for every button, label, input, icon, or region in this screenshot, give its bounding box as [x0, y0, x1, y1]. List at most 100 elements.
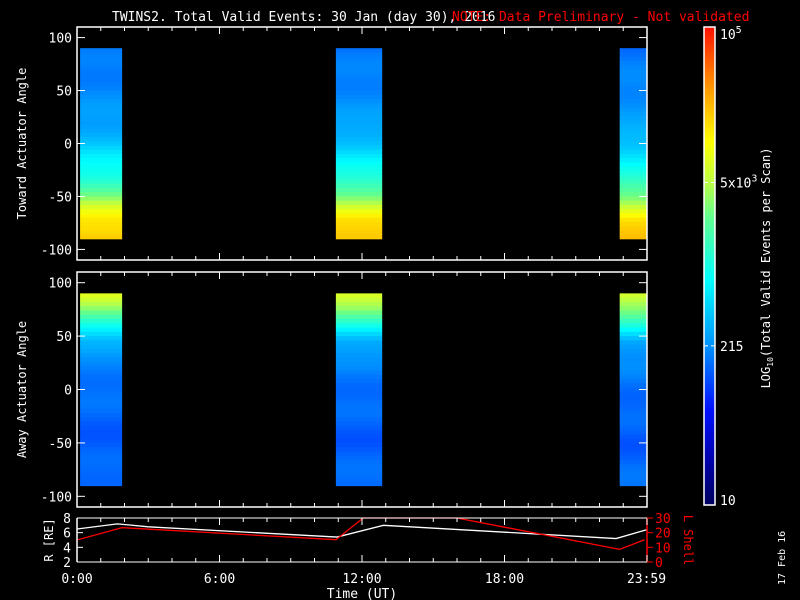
heatmap-cell: [80, 331, 123, 337]
heatmap-cell: [619, 391, 647, 397]
heatmap-cell: [619, 200, 647, 206]
heatmap-cell: [335, 442, 383, 448]
heatmap-cell: [80, 94, 123, 100]
heatmap-cell: [80, 477, 123, 482]
heatmap-cell: [619, 400, 647, 405]
heatmap-cell: [335, 370, 383, 376]
heatmap-cell: [619, 395, 647, 401]
heatmap-cell: [619, 366, 647, 371]
heatmap-cell: [80, 65, 123, 70]
heatmap-cell: [619, 162, 647, 168]
heatmap-cell: [619, 383, 647, 388]
heatmap-cell: [619, 221, 647, 227]
heatmap-cell: [619, 361, 647, 367]
heatmap-cell: [80, 196, 123, 202]
heatmap-cell: [80, 430, 123, 435]
heatmap-cell: [619, 213, 647, 219]
heatmap-cell: [619, 48, 647, 53]
heatmap-cell: [80, 408, 123, 414]
colorbar-title: LOG10(Total Valid Events per Scan): [759, 148, 775, 389]
heatmap-cell: [80, 374, 123, 380]
heatmap-cell: [80, 115, 123, 121]
heatmap-cell: [335, 340, 383, 346]
heatmap-cell: [80, 132, 123, 138]
heatmap-cell: [335, 421, 383, 427]
heatmap-cell: [619, 481, 647, 487]
heatmap-cell: [80, 145, 123, 151]
heatmap-cell: [619, 408, 647, 414]
heatmap-cell: [619, 124, 647, 130]
heatmap-cell: [80, 204, 123, 210]
heatmap-cell: [619, 115, 647, 121]
heatmap-cell: [619, 111, 647, 117]
heatmap-cell: [619, 145, 647, 151]
heatmap-cell: [619, 149, 647, 155]
heatmap-cell: [80, 425, 123, 431]
heatmap-cell: [80, 319, 123, 324]
r-axis-label: R [RE]: [42, 518, 56, 561]
heatmap-cell: [80, 69, 123, 75]
heatmap-cell: [80, 442, 123, 448]
l-shell-line: [77, 517, 645, 551]
heatmap-cell: [619, 417, 647, 423]
heatmap-cell: [619, 60, 647, 66]
heatmap-cell: [80, 472, 123, 478]
heatmap-cell: [335, 481, 383, 487]
orbit-panel: 2468 0102030 R [RE] L Shell 0:00 6:00 12:00 18:…: [42, 512, 695, 600]
heatmap-cell: [619, 319, 647, 324]
heatmap-cell: [335, 94, 383, 100]
heatmap-cell: [80, 149, 123, 155]
heatmap-cell: [619, 464, 647, 470]
heatmap-cell: [619, 442, 647, 448]
heatmap-cell: [335, 327, 383, 333]
heatmap-cell: [335, 383, 383, 388]
y2-tick-label: 30: [655, 512, 671, 527]
heatmap-cell: [619, 217, 647, 223]
heatmap-cell: [80, 234, 123, 240]
heatmap-cell: [335, 187, 383, 193]
y-tick-label: 100: [49, 32, 72, 47]
heatmap-cell: [619, 430, 647, 435]
heatmap-cell: [335, 120, 383, 125]
heatmap-cell: [619, 370, 647, 376]
heatmap-cell: [80, 413, 123, 418]
heatmap-cell: [619, 204, 647, 210]
colorbar-tick-label: 5x103: [720, 173, 757, 191]
heatmap-cell: [335, 301, 383, 307]
heatmap-cell: [335, 408, 383, 414]
heatmap-cell: [80, 464, 123, 470]
heatmap-cell: [335, 111, 383, 117]
heatmap-cell: [335, 472, 383, 478]
y-tick-label: 50: [56, 330, 72, 345]
heatmap-cell: [335, 378, 383, 384]
heatmap-cell: [335, 149, 383, 155]
heatmap-cell: [619, 344, 647, 350]
heatmap-cell: [335, 65, 383, 70]
heatmap-cell: [335, 366, 383, 371]
heatmap-cell: [619, 468, 647, 474]
heatmap-cell: [335, 221, 383, 227]
y-tick-label: 2: [63, 556, 71, 571]
heatmap-cell: [335, 175, 383, 181]
heatmap-cell: [80, 48, 123, 53]
heatmap-cell: [335, 158, 383, 164]
heatmap-cell: [80, 73, 123, 79]
heatmap-cell: [80, 60, 123, 66]
heatmap-cell: [619, 327, 647, 333]
heatmap-cell: [80, 86, 123, 92]
colorbar-scale: [703, 26, 716, 506]
heatmap-cell: [80, 327, 123, 333]
heatmap-cell: [619, 128, 647, 134]
heatmap-cell: [335, 306, 383, 311]
heatmap-cell: [335, 387, 383, 393]
heatmap-cell: [80, 226, 123, 231]
heatmap-cell: [80, 323, 123, 329]
heatmap-cell: [335, 183, 383, 189]
heatmap-cell: [80, 162, 123, 168]
y2-tick-label: 20: [655, 527, 671, 542]
heatmap-cell: [335, 217, 383, 223]
heatmap-cell: [335, 430, 383, 435]
heatmap-cell: [335, 86, 383, 92]
heatmap-cell: [80, 460, 123, 465]
heatmap-cell: [619, 52, 647, 58]
